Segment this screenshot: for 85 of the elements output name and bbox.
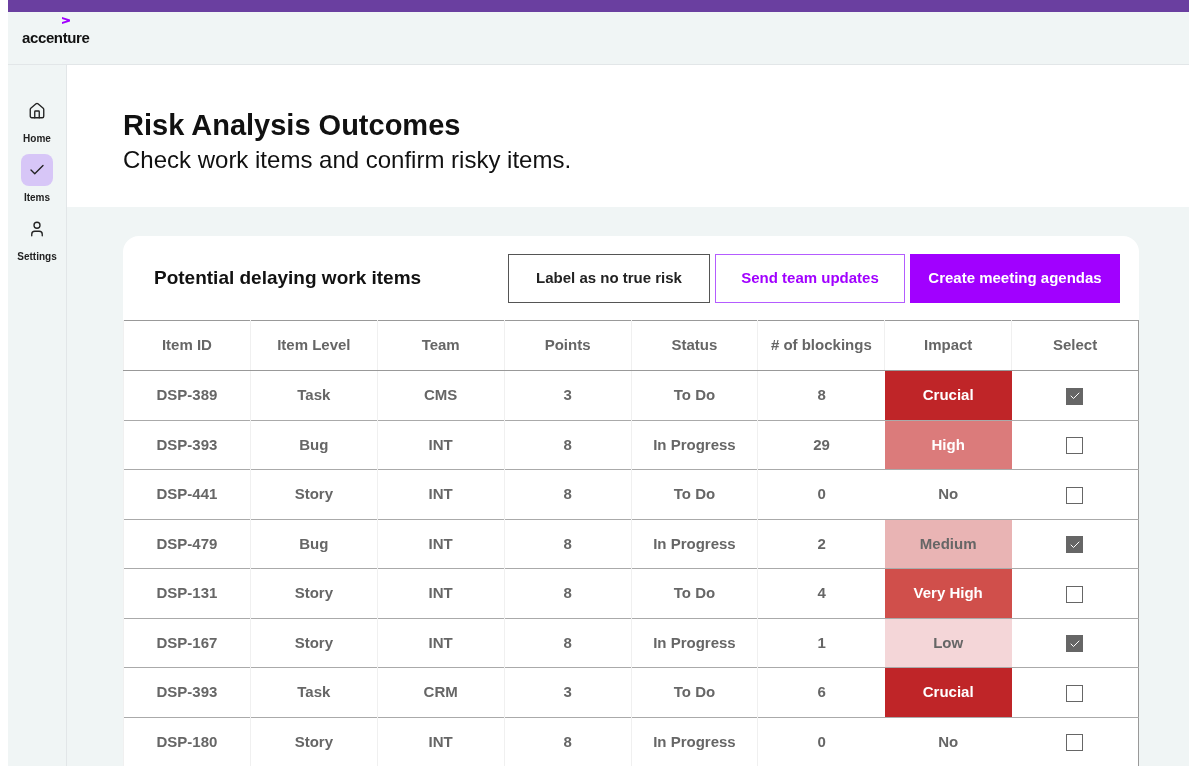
table-cell: 3 — [504, 667, 631, 717]
table-cell: DSP-393 — [123, 667, 251, 717]
table-cell: Task — [250, 370, 378, 420]
page-title: Risk Analysis Outcomes — [123, 108, 462, 143]
select-checkbox[interactable] — [1066, 387, 1084, 405]
table-cell: INT — [377, 618, 505, 668]
table-cell: 3 — [504, 370, 631, 420]
table-cell: In Progress — [631, 717, 758, 766]
action-button[interactable]: Send team updates — [715, 253, 905, 303]
table-cell: INT — [377, 469, 505, 519]
table-cell: DSP-389 — [123, 370, 251, 420]
page-subtitle: Check work items and confirm risky items. — [123, 145, 573, 175]
table-cell: In Progress — [631, 618, 758, 668]
table-cell: Story — [250, 469, 378, 519]
impact-cell: Very High — [884, 568, 1012, 618]
user-icon — [28, 220, 46, 238]
table-cell: DSP-180 — [123, 717, 251, 766]
table-cell: 8 — [757, 370, 885, 420]
table-cell: DSP-131 — [123, 568, 251, 618]
table-cell: 0 — [757, 469, 885, 519]
table-cell: To Do — [631, 667, 758, 717]
column-header: Impact — [884, 320, 1012, 371]
check-icon — [1068, 390, 1081, 402]
table-cell: Bug — [250, 420, 378, 470]
table-cell: 8 — [504, 519, 631, 569]
column-header: Select — [1011, 320, 1139, 371]
table-cell: CMS — [377, 370, 505, 420]
select-checkbox[interactable] — [1066, 536, 1084, 553]
column-header: Team — [377, 320, 505, 371]
action-button[interactable]: Label as no true risk — [508, 253, 710, 303]
select-checkbox[interactable] — [1066, 734, 1084, 751]
table-cell: Story — [250, 568, 378, 618]
chevron-logo-icon — [62, 17, 70, 24]
table-cell: 8 — [504, 618, 631, 668]
select-checkbox[interactable] — [1066, 684, 1084, 702]
sidebar-item[interactable]: Settings — [8, 213, 66, 264]
select-checkbox[interactable] — [1066, 486, 1084, 504]
impact-cell: High — [884, 420, 1012, 470]
table-cell: 8 — [504, 717, 631, 766]
table-cell: DSP-167 — [123, 618, 251, 668]
select-checkbox[interactable] — [1066, 437, 1084, 454]
sidebar-item[interactable]: Home — [8, 95, 66, 146]
column-header: # of blockings — [757, 320, 885, 371]
table-cell: 8 — [504, 568, 631, 618]
table-cell: In Progress — [631, 519, 758, 569]
column-header: Points — [504, 320, 631, 371]
column-header: Item ID — [123, 320, 251, 371]
table-cell: DSP-393 — [123, 420, 251, 470]
sidebar-item[interactable]: Items — [8, 154, 66, 205]
impact-cell: Medium — [884, 519, 1012, 569]
table-cell: CRM — [377, 667, 505, 717]
table-cell: 8 — [504, 420, 631, 470]
impact-cell: Crucial — [884, 370, 1012, 420]
impact-cell: No — [884, 469, 1012, 519]
card-title: Potential delaying work items — [154, 265, 423, 290]
action-button[interactable]: Create meeting agendas — [910, 253, 1120, 303]
column-header: Item Level — [250, 320, 378, 371]
table-cell: Task — [250, 667, 378, 717]
table-cell: Story — [250, 717, 378, 766]
column-header: Status — [631, 320, 758, 371]
table-cell: INT — [377, 420, 505, 470]
table-cell: 29 — [757, 420, 885, 470]
table-cell: In Progress — [631, 420, 758, 470]
table-cell: To Do — [631, 469, 758, 519]
logo-text: accenture — [22, 29, 90, 46]
table-cell: 8 — [504, 469, 631, 519]
table-cell: Bug — [250, 519, 378, 569]
select-checkbox[interactable] — [1066, 635, 1084, 652]
table-cell: DSP-479 — [123, 519, 251, 569]
home-icon — [28, 102, 46, 120]
table-cell: 0 — [757, 717, 885, 766]
select-checkbox[interactable] — [1066, 585, 1084, 603]
table-cell: 2 — [757, 519, 885, 569]
impact-cell: Low — [884, 618, 1012, 668]
table-cell: INT — [377, 717, 505, 766]
table-cell: 4 — [757, 568, 885, 618]
table-cell: 1 — [757, 618, 885, 668]
table-cell: DSP-441 — [123, 469, 251, 519]
table-cell: To Do — [631, 370, 758, 420]
table-cell: Story — [250, 618, 378, 668]
table-cell: INT — [377, 519, 505, 569]
impact-cell: Crucial — [884, 667, 1012, 717]
table-cell: INT — [377, 568, 505, 618]
table-cell: 6 — [757, 667, 885, 717]
table-cell: To Do — [631, 568, 758, 618]
